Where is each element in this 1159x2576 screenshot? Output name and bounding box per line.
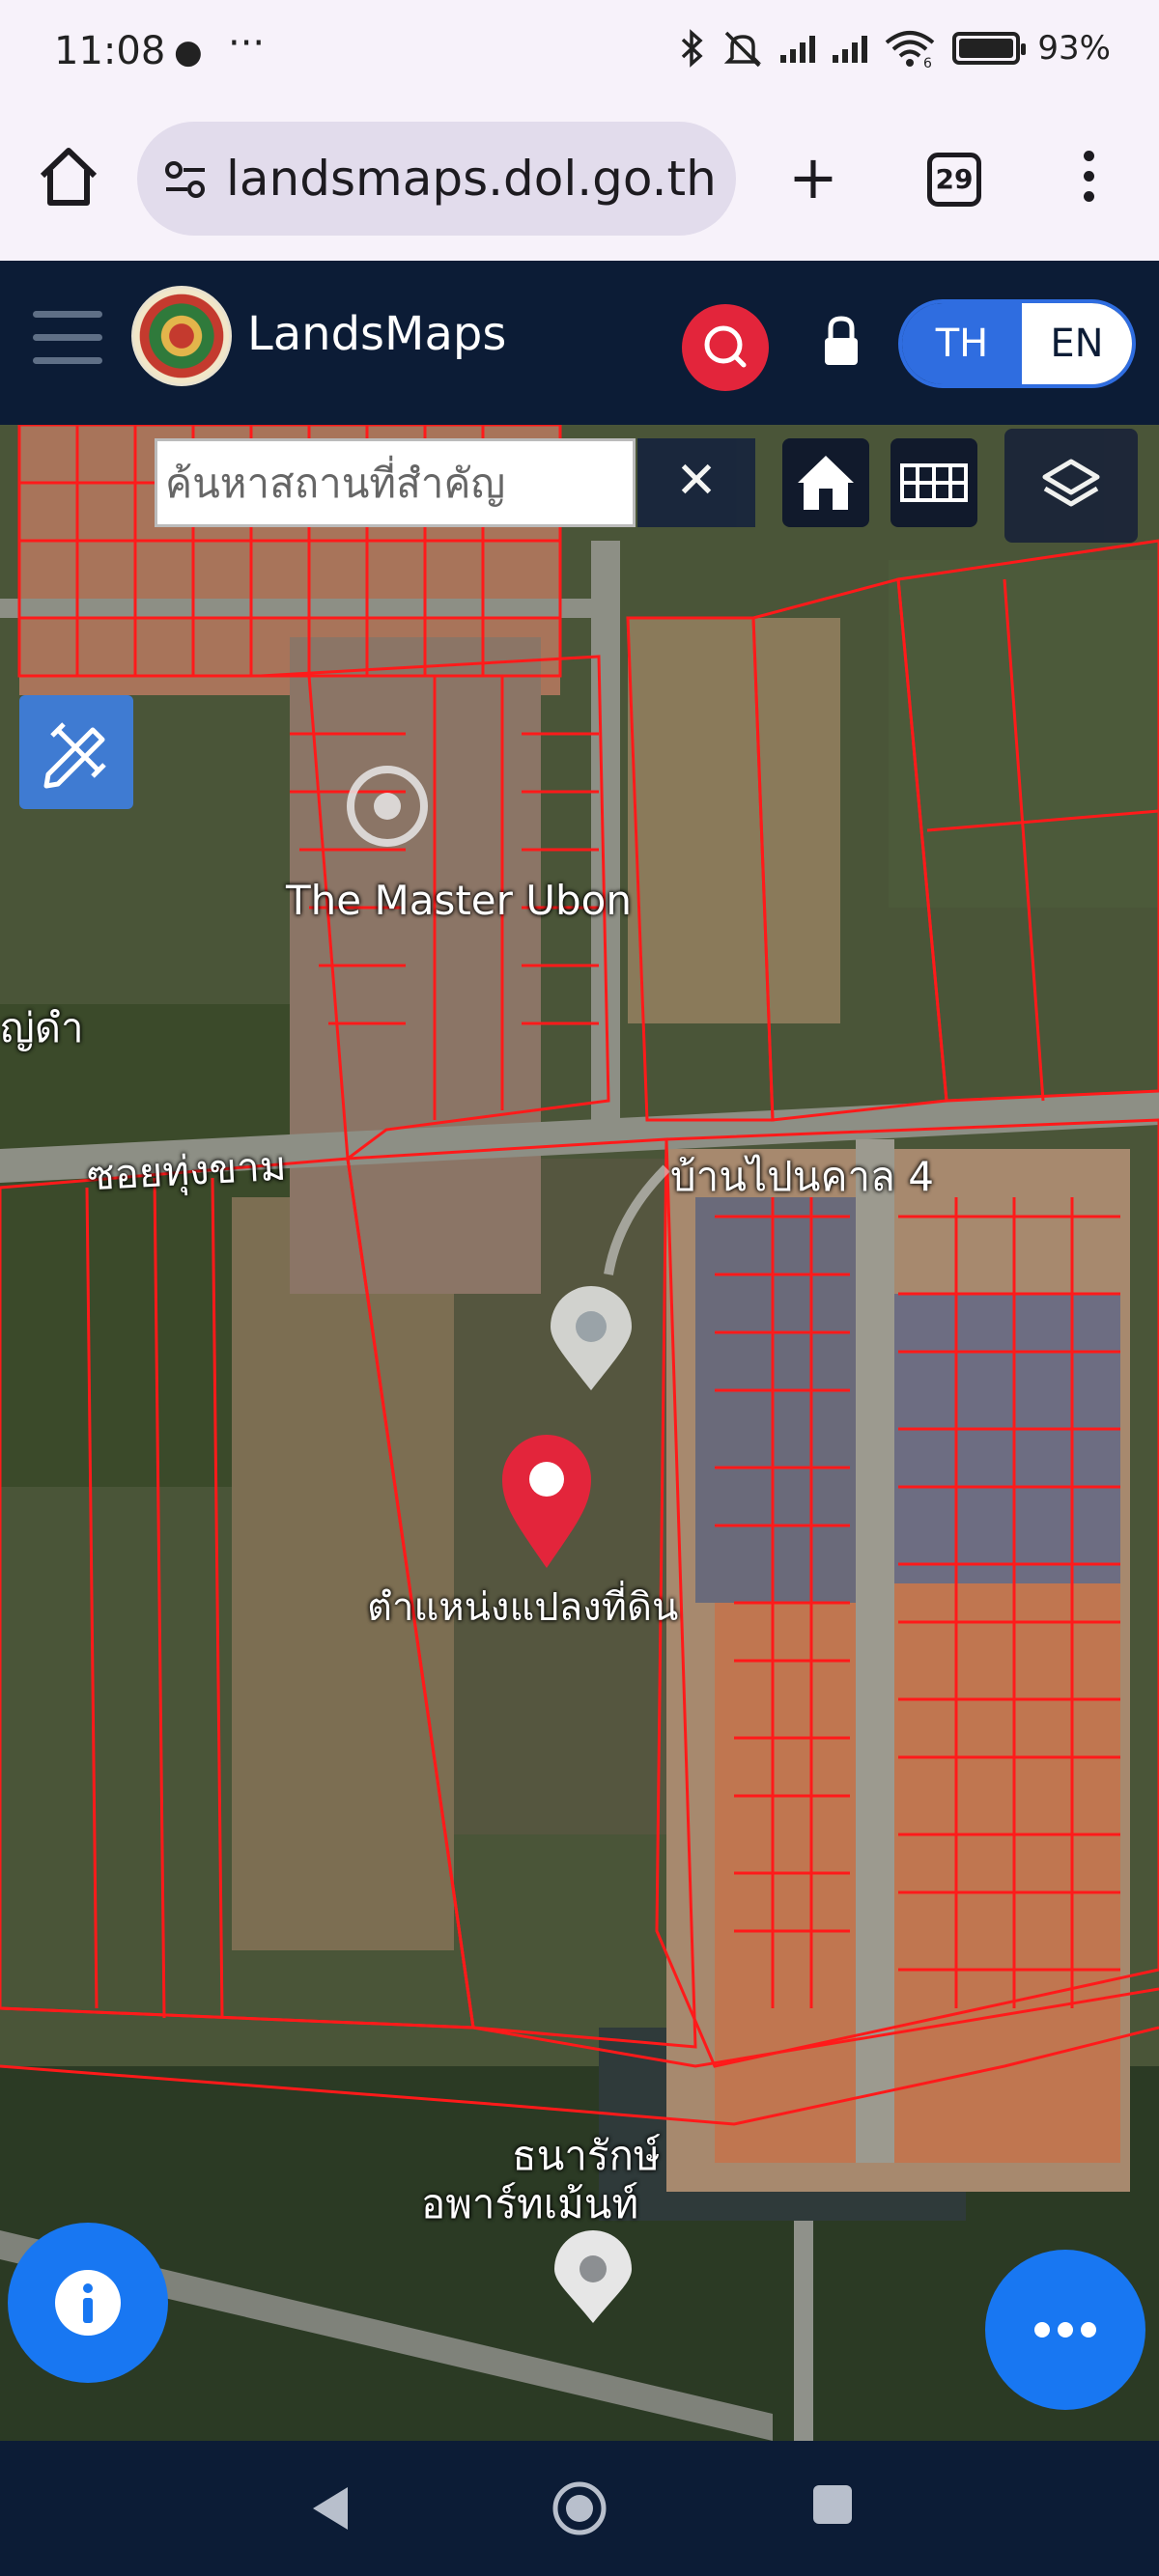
nav-home-icon[interactable] bbox=[551, 2479, 608, 2537]
signal-1-icon bbox=[780, 34, 816, 63]
recents-icon[interactable] bbox=[813, 2485, 852, 2524]
mute-bell-icon bbox=[724, 31, 762, 68]
signal-2-icon bbox=[833, 34, 868, 63]
browser-toolbar: landsmaps.dol.go.th + 29 bbox=[0, 106, 1159, 261]
layers-icon bbox=[1042, 459, 1100, 507]
lock-icon[interactable] bbox=[817, 313, 865, 371]
apartment-marker-icon[interactable] bbox=[549, 2230, 637, 2327]
clock: 11:08 bbox=[54, 29, 166, 73]
status-icons: 6 93% bbox=[680, 29, 1111, 68]
search-icon bbox=[704, 325, 747, 368]
info-icon bbox=[55, 2270, 121, 2336]
battery-icon bbox=[952, 32, 1027, 65]
poi-label-master-ubon: The Master Ubon bbox=[286, 877, 632, 924]
url-text: landsmaps.dol.go.th bbox=[226, 151, 717, 207]
language-toggle[interactable]: TH EN bbox=[898, 299, 1136, 388]
bluetooth-icon bbox=[682, 29, 704, 68]
chat-bubble-icon: ● bbox=[174, 33, 203, 71]
map-home-button[interactable] bbox=[782, 438, 869, 527]
place-search-input[interactable] bbox=[157, 441, 633, 524]
area-label-left-edge: ญ่ดำ bbox=[0, 1004, 84, 1051]
lang-en-option[interactable]: EN bbox=[1022, 303, 1132, 384]
pencil-ruler-icon bbox=[43, 722, 106, 789]
more-dots-icon bbox=[1034, 2322, 1096, 2338]
poi-marker-icon[interactable] bbox=[344, 763, 431, 850]
more-notifications-icon: ··· bbox=[228, 21, 266, 66]
poi-label-apartment-line2: อพาร์ทเม้นท์ bbox=[421, 2180, 639, 2227]
system-nav-bar bbox=[0, 2441, 1159, 2576]
road-label-soi: ซอยทุ่งขาม bbox=[85, 1141, 288, 1200]
new-tab-button[interactable]: + bbox=[784, 148, 842, 208]
home-icon[interactable] bbox=[35, 143, 102, 210]
app-title: LandsMaps bbox=[247, 307, 507, 361]
map-view[interactable]: ✕ The Master Ubon ซอยทุ่งขาม บ้านไปนคาล … bbox=[0, 425, 1159, 2441]
grid-toggle-button[interactable] bbox=[890, 438, 977, 527]
layers-button[interactable] bbox=[1004, 429, 1138, 543]
site-settings-icon[interactable] bbox=[164, 160, 207, 199]
wifi-icon: 6 bbox=[886, 31, 935, 68]
wifi-badge: 6 bbox=[923, 56, 932, 68]
back-icon[interactable] bbox=[307, 2483, 352, 2534]
land-location-pin-icon[interactable] bbox=[496, 1429, 597, 1570]
app-header: LandsMaps TH EN bbox=[0, 261, 1159, 425]
grid-icon bbox=[900, 463, 968, 502]
clear-search-button[interactable]: ✕ bbox=[637, 438, 755, 527]
hamburger-menu-icon[interactable] bbox=[33, 311, 102, 369]
info-button[interactable] bbox=[8, 2223, 168, 2383]
battery-percent: 93% bbox=[1037, 29, 1111, 68]
search-button[interactable] bbox=[682, 304, 769, 391]
lang-th-option[interactable]: TH bbox=[902, 303, 1022, 384]
tab-switcher-button[interactable]: 29 bbox=[927, 153, 981, 207]
address-bar[interactable]: landsmaps.dol.go.th bbox=[137, 122, 736, 236]
land-position-label: ตำแหน่งแปลงที่ดิน bbox=[367, 1585, 679, 1630]
place-search-box[interactable] bbox=[155, 438, 636, 527]
browser-menu-button[interactable] bbox=[1072, 151, 1105, 210]
draw-measure-button[interactable] bbox=[19, 695, 133, 809]
department-seal-logo bbox=[131, 286, 232, 386]
house-icon bbox=[798, 456, 854, 510]
poi-label-village: บ้านไปนคาล 4 bbox=[670, 1153, 934, 1200]
status-bar: 11:08 ● ··· 6 93% bbox=[0, 0, 1159, 106]
village-marker-icon[interactable] bbox=[543, 1284, 639, 1400]
more-options-button[interactable] bbox=[985, 2250, 1145, 2410]
